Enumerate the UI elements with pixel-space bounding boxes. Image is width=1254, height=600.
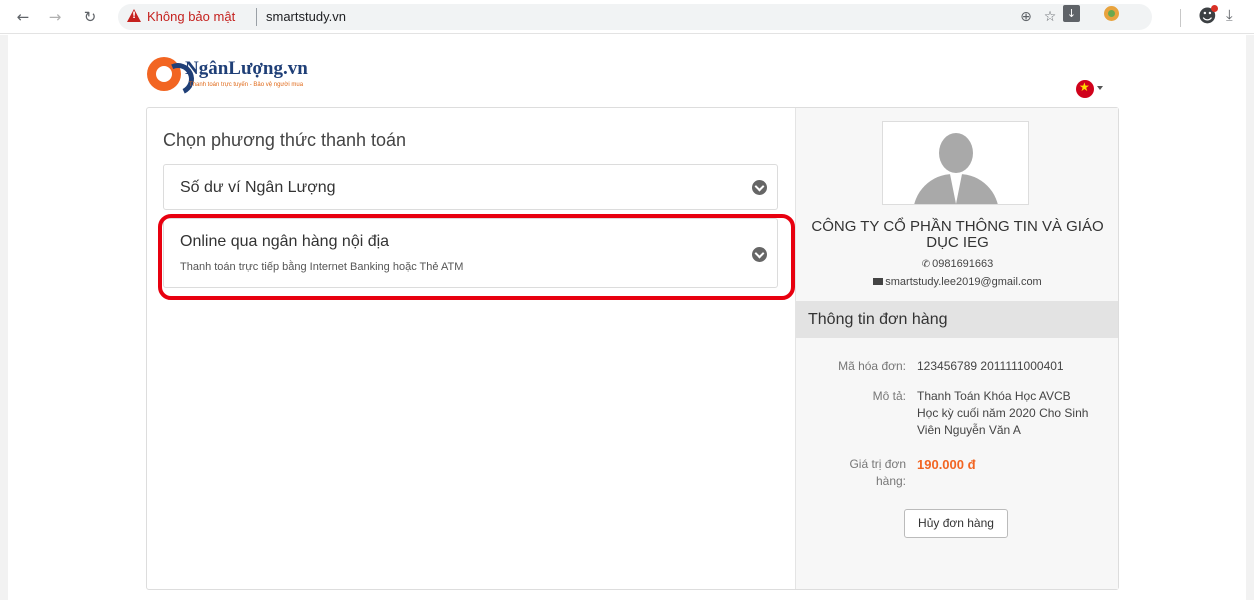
envelope-icon xyxy=(873,277,884,285)
amount-value: 190.000 đ xyxy=(917,457,976,472)
logo-text: NgânLượng.vn xyxy=(185,58,308,79)
zoom-icon[interactable]: ⊕ xyxy=(1016,7,1036,27)
profile-badge xyxy=(1211,5,1218,12)
address-bar[interactable]: Không bảo mật smartstudy.vn ⊕ ☆ xyxy=(118,4,1152,30)
order-info-title: Thông tin đơn hàng xyxy=(808,311,948,328)
method-domestic-banking[interactable]: Online qua ngân hàng nội địa Thanh toán … xyxy=(158,214,795,300)
merchant-avatar xyxy=(882,121,1029,205)
vietnam-flag-icon[interactable] xyxy=(1076,80,1094,98)
cancel-order-button[interactable]: Hủy đơn hàng xyxy=(904,509,1008,538)
section-title: Chọn phương thức thanh toán xyxy=(163,130,407,150)
merchant-email: smartstudy.lee2019@gmail.com xyxy=(806,276,1109,288)
reload-icon[interactable]: ↻ xyxy=(79,6,101,28)
email-address: smartstudy.lee2019@gmail.com xyxy=(885,276,1042,288)
merchant-phone: ✆ 0981691663 xyxy=(806,258,1109,270)
back-arrow-icon[interactable]: ← xyxy=(12,6,34,28)
logo-mark-icon xyxy=(147,57,181,91)
payment-methods-panel: Chọn phương thức thanh toán Số dư ví Ngâ… xyxy=(147,108,795,589)
highlight-annotation xyxy=(158,214,795,300)
ngan-luong-logo[interactable]: NgânLượng.vn Thanh toán trực tuyến - Bảo… xyxy=(147,55,347,95)
description-value: Thanh Toán Khóa Học AVCB Học kỳ cuối năm… xyxy=(917,389,1089,437)
method-name: Số dư ví Ngân Lượng xyxy=(180,179,336,196)
phone-icon: ✆ xyxy=(921,259,931,270)
language-caret-icon[interactable] xyxy=(1097,86,1103,90)
download-tray-icon[interactable]: ⤓ xyxy=(1226,6,1246,28)
method-wallet-balance[interactable]: Số dư ví Ngân Lượng xyxy=(163,164,778,210)
chevron-down-icon[interactable] xyxy=(752,180,767,195)
forward-arrow-icon[interactable]: → xyxy=(44,6,66,28)
phone-number: 0981691663 xyxy=(932,258,994,270)
omnibox-divider xyxy=(256,8,257,26)
order-sidebar: CÔNG TY CỔ PHẦN THÔNG TIN VÀ GIÁO DỤC IE… xyxy=(795,108,1118,589)
security-status[interactable]: Không bảo mật xyxy=(147,9,235,24)
order-info-header: Thông tin đơn hàng xyxy=(796,301,1118,338)
logo-tagline: Thanh toán trực tuyến - Bảo vệ người mua xyxy=(189,82,304,88)
url-text[interactable]: smartstudy.vn xyxy=(266,9,346,24)
amount-label: Giá trị đơn hàng: xyxy=(849,457,906,488)
invoice-value: 123456789 2011111000401 xyxy=(917,359,1064,373)
extension-icon[interactable] xyxy=(1104,6,1119,21)
warning-icon[interactable] xyxy=(127,9,141,22)
browser-toolbar: ← → ↻ Không bảo mật smartstudy.vn ⊕ ☆ ↓ … xyxy=(0,0,1254,34)
method-description: Thanh toán trực tiếp bằng Internet Banki… xyxy=(180,261,464,273)
avatar-head xyxy=(939,133,973,173)
chevron-down-icon[interactable] xyxy=(752,247,767,262)
merchant-name: CÔNG TY CỔ PHẦN THÔNG TIN VÀ GIÁO DỤC IE… xyxy=(811,218,1104,251)
invoice-label: Mã hóa đơn: xyxy=(838,359,906,373)
download-icon[interactable]: ↓ xyxy=(1063,5,1080,22)
method-name: Online qua ngân hàng nội địa xyxy=(180,233,390,250)
star-icon[interactable]: ☆ xyxy=(1040,7,1060,27)
description-label: Mô tả: xyxy=(872,389,906,403)
payment-card: Chọn phương thức thanh toán Số dư ví Ngâ… xyxy=(146,107,1119,590)
toolbar-divider xyxy=(1180,9,1181,27)
